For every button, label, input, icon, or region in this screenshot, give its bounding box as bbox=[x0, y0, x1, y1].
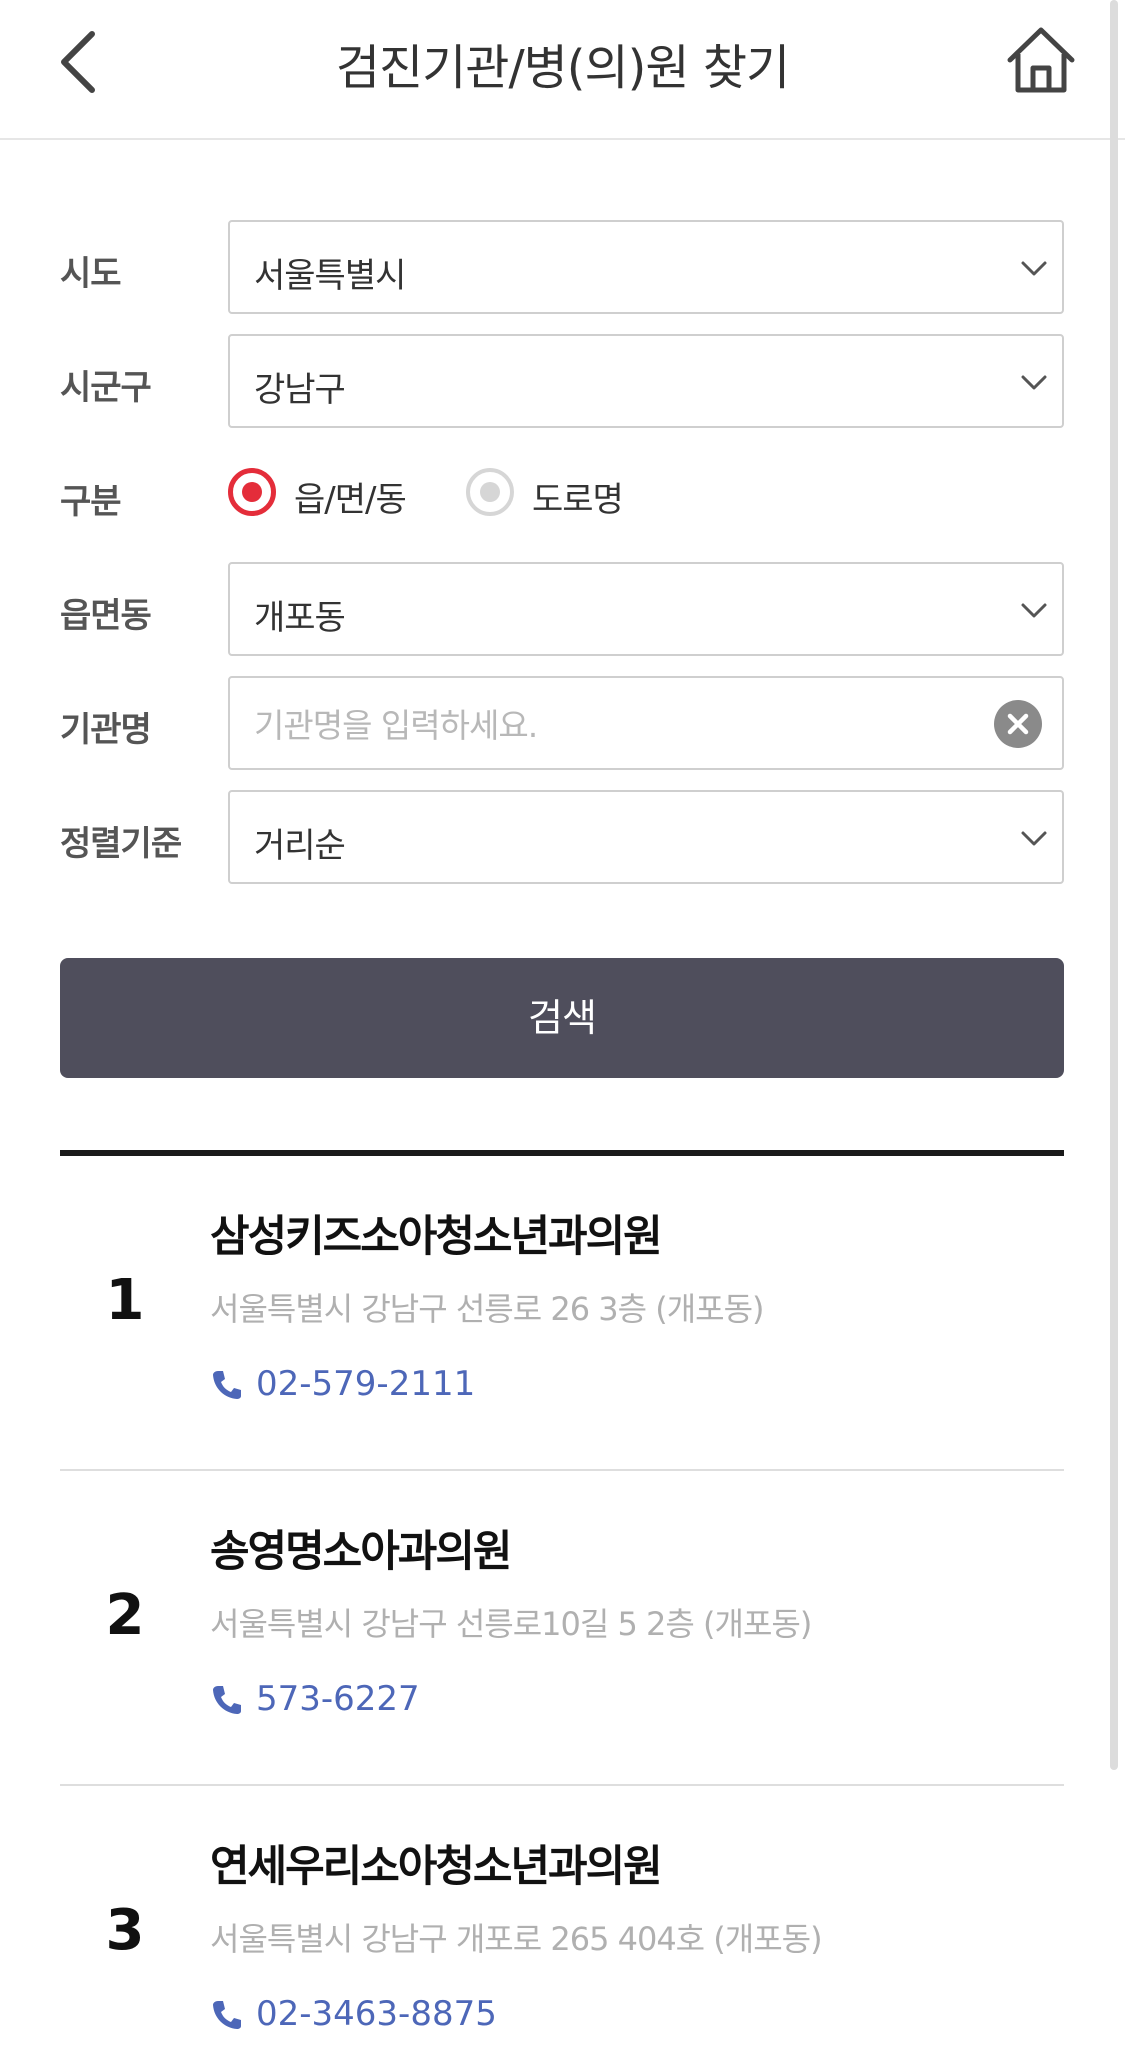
radio-dong-label: 읍/면/동 bbox=[294, 480, 407, 520]
result-address: 서울특별시 강남구 선릉로10길 5 2층 (개포동) bbox=[210, 1605, 812, 1643]
chevron-down-icon bbox=[1021, 831, 1047, 846]
name-input[interactable] bbox=[252, 696, 976, 754]
sido-select[interactable]: 서울특별시 bbox=[228, 220, 1064, 314]
radio-road[interactable]: 도로명 bbox=[466, 462, 666, 522]
chevron-down-icon bbox=[1021, 261, 1047, 276]
result-item[interactable]: 1 삼성키즈소아청소년과의원 서울특별시 강남구 선릉로 26 3층 (개포동)… bbox=[60, 1156, 1064, 1471]
radio-checked-icon bbox=[228, 468, 276, 516]
app-header: 검진기관/병(의)원 찾기 bbox=[0, 0, 1125, 140]
result-number: 1 bbox=[105, 1268, 145, 1333]
result-number: 3 bbox=[105, 1898, 145, 1963]
sido-value: 서울특별시 bbox=[254, 256, 406, 296]
result-name[interactable]: 송영명소아과의원 bbox=[210, 1517, 512, 1579]
phone-icon bbox=[213, 1686, 241, 1714]
sigungu-value: 강남구 bbox=[254, 370, 346, 410]
chevron-down-icon bbox=[1021, 375, 1047, 390]
result-phone: 02-3463-8875 bbox=[256, 1994, 497, 2034]
result-address: 서울특별시 강남구 개포로 265 404호 (개포동) bbox=[210, 1920, 823, 1958]
result-phone: 573-6227 bbox=[256, 1679, 420, 1719]
clear-button[interactable] bbox=[994, 700, 1042, 748]
dong-label: 읍면동 bbox=[60, 596, 152, 636]
home-icon bbox=[1007, 27, 1075, 93]
radio-unchecked-icon bbox=[466, 468, 514, 516]
dong-value: 개포동 bbox=[254, 598, 346, 638]
search-button[interactable]: 검색 bbox=[60, 958, 1064, 1078]
result-name[interactable]: 연세우리소아청소년과의원 bbox=[210, 1832, 663, 1894]
name-input-box bbox=[228, 676, 1064, 770]
sort-label: 정렬기준 bbox=[60, 824, 182, 864]
sido-label: 시도 bbox=[60, 254, 122, 294]
result-number: 2 bbox=[105, 1583, 145, 1648]
home-button[interactable] bbox=[1004, 24, 1078, 98]
sigungu-select[interactable]: 강남구 bbox=[228, 334, 1064, 428]
result-name[interactable]: 삼성키즈소아청소년과의원 bbox=[210, 1202, 663, 1264]
chevron-down-icon bbox=[1021, 603, 1047, 618]
result-address: 서울특별시 강남구 선릉로 26 3층 (개포동) bbox=[210, 1290, 765, 1328]
scrollbar[interactable] bbox=[1110, 0, 1118, 1770]
phone-icon bbox=[213, 1371, 241, 1399]
page-title: 검진기관/병(의)원 찾기 bbox=[335, 40, 790, 96]
dong-select[interactable]: 개포동 bbox=[228, 562, 1064, 656]
result-item[interactable]: 3 연세우리소아청소년과의원 서울특별시 강남구 개포로 265 404호 (개… bbox=[60, 1786, 1064, 2060]
name-label: 기관명 bbox=[60, 710, 152, 750]
radio-dong[interactable]: 읍/면/동 bbox=[228, 462, 428, 522]
result-phone: 02-579-2111 bbox=[256, 1364, 476, 1404]
close-icon bbox=[1007, 713, 1029, 735]
phone-icon bbox=[213, 2001, 241, 2029]
sort-value: 거리순 bbox=[254, 826, 346, 866]
result-item[interactable]: 2 송영명소아과의원 서울특별시 강남구 선릉로10길 5 2층 (개포동) 5… bbox=[60, 1471, 1064, 1786]
type-label: 구분 bbox=[60, 482, 122, 522]
sigungu-label: 시군구 bbox=[60, 368, 152, 408]
radio-road-label: 도로명 bbox=[532, 480, 624, 520]
sort-select[interactable]: 거리순 bbox=[228, 790, 1064, 884]
